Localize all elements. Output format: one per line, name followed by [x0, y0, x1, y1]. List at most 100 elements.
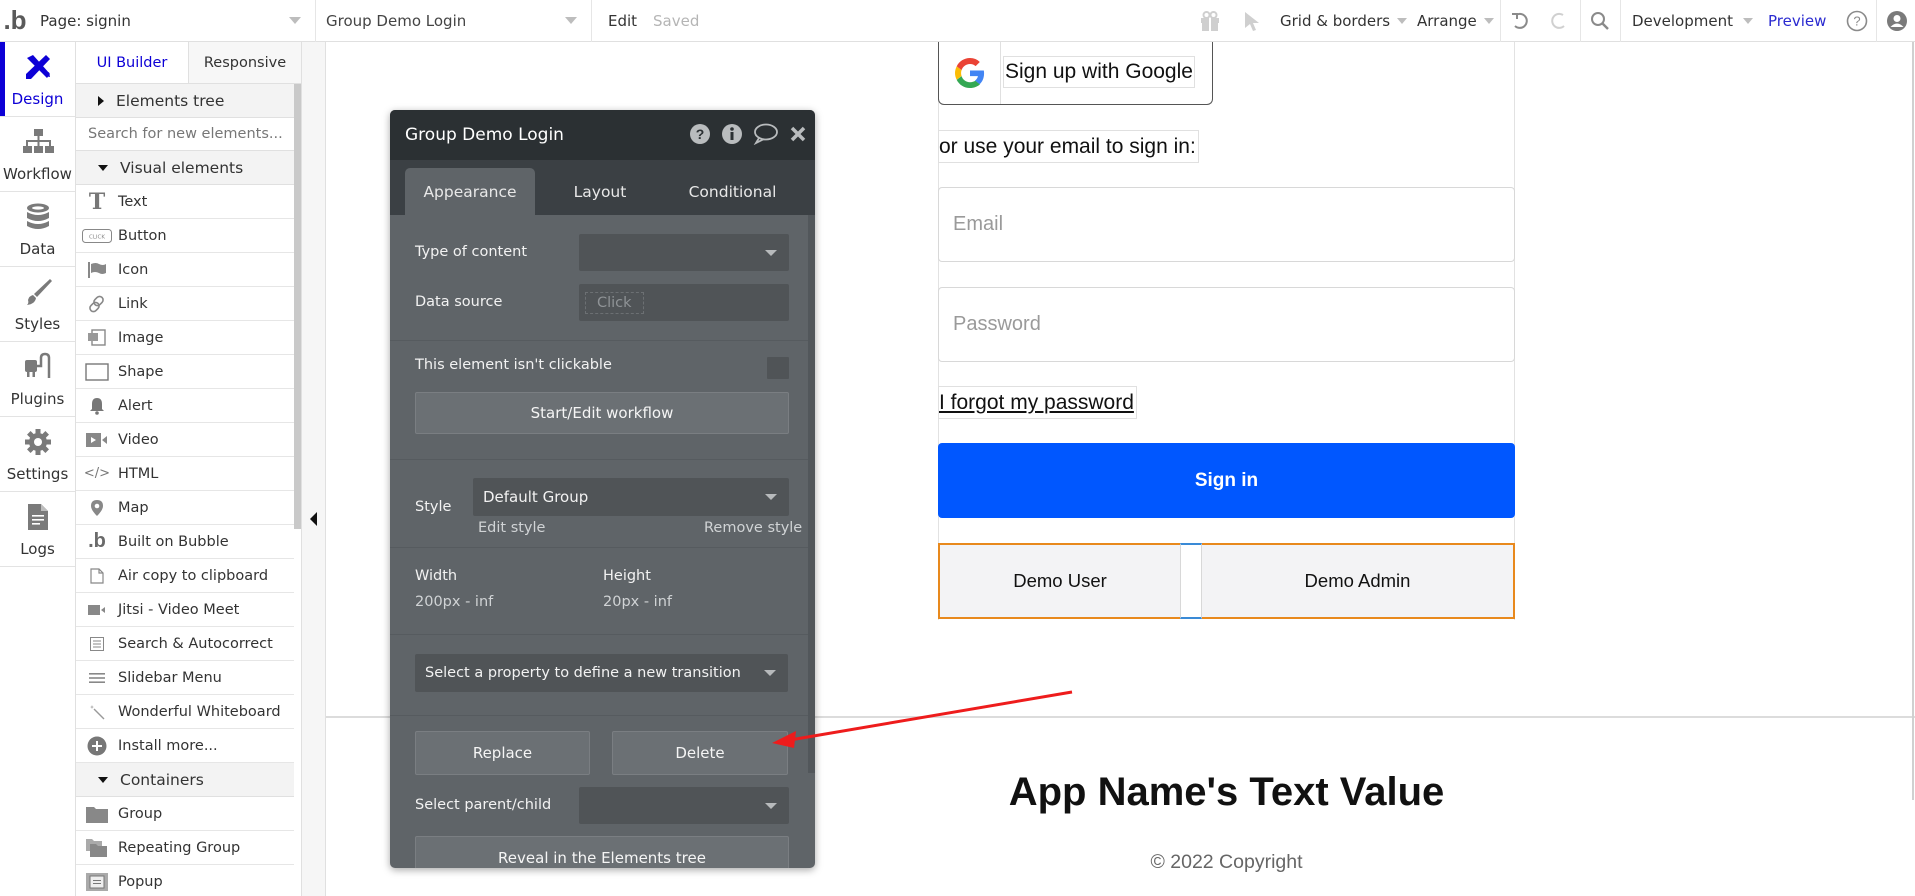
item-label: Icon [118, 261, 149, 278]
element-selector[interactable]: Group Demo Login [316, 0, 592, 42]
palette-item-popup[interactable]: Popup [76, 865, 294, 896]
data-source-field[interactable]: Click [579, 284, 789, 321]
palette-item-button[interactable]: CLICK Button [76, 219, 294, 253]
palette-item-html[interactable]: </> HTML [76, 457, 294, 491]
nav-label: Styles [14, 315, 61, 333]
reveal-in-tree-button[interactable]: Reveal in the Elements tree [415, 836, 789, 868]
palette-item-slidebar-menu[interactable]: Slidebar Menu [76, 661, 294, 695]
redo-icon[interactable] [1547, 0, 1571, 42]
edit-menu[interactable]: Edit [608, 0, 637, 42]
section-label: Visual elements [120, 158, 244, 177]
google-signup-button[interactable]: Sign up with Google [938, 42, 1213, 105]
tab-ui-builder[interactable]: UI Builder [76, 42, 189, 83]
close-icon[interactable] [789, 125, 807, 148]
palette-item-group[interactable]: Group [76, 797, 294, 831]
elements-tree-toggle[interactable]: Elements tree [76, 84, 294, 118]
property-scrollbar[interactable] [808, 215, 815, 773]
type-of-content-dropdown[interactable] [579, 234, 789, 271]
nav-logs[interactable]: Logs [0, 492, 75, 567]
comment-icon[interactable] [753, 123, 779, 150]
property-editor-header[interactable]: Group Demo Login ? [390, 110, 815, 160]
item-label: Link [118, 295, 148, 312]
preview-link[interactable]: Preview [1768, 0, 1826, 42]
palette-item-icon[interactable]: Icon [76, 253, 294, 287]
google-icon [939, 42, 1001, 104]
nav-label: Settings [6, 465, 69, 483]
visual-elements-section[interactable]: Visual elements [76, 151, 294, 185]
environment-label: Development [1632, 12, 1733, 30]
height-value[interactable]: 20px - inf [603, 594, 672, 610]
signin-button[interactable]: Sign in [938, 443, 1515, 518]
replace-button[interactable]: Replace [415, 731, 590, 775]
tab-layout[interactable]: Layout [540, 168, 660, 215]
folder-icon [76, 805, 118, 823]
palette-scrollbar[interactable] [294, 84, 301, 529]
section-divider [390, 459, 808, 460]
bubble-logo-icon[interactable]: .b [0, 0, 30, 42]
palette-item-image[interactable]: Image [76, 321, 294, 355]
list-icon [76, 636, 118, 651]
tab-appearance[interactable]: Appearance [405, 168, 535, 215]
nav-settings[interactable]: Settings [0, 417, 75, 492]
help-icon[interactable]: ? [1844, 0, 1870, 42]
item-label: HTML [118, 465, 159, 482]
nav-data[interactable]: Data [0, 192, 75, 267]
palette-item-alert[interactable]: Alert [76, 389, 294, 423]
palette-item-repeating-group[interactable]: Repeating Group [76, 831, 294, 865]
delete-button[interactable]: Delete [612, 731, 788, 775]
password-input[interactable] [939, 288, 1514, 361]
tab-responsive[interactable]: Responsive [189, 42, 301, 83]
palette-item-map[interactable]: Map [76, 491, 294, 525]
palette-item-air-copy[interactable]: Air copy to clipboard [76, 559, 294, 593]
palette-item-wonderful-whiteboard[interactable]: Wonderful Whiteboard [76, 695, 294, 729]
nav-plugins[interactable]: Plugins [0, 342, 75, 417]
nav-design[interactable]: Design [0, 42, 75, 117]
edit-style-link[interactable]: Edit style [478, 520, 545, 536]
svg-text:CLICK: CLICK [89, 234, 105, 240]
email-input[interactable] [939, 188, 1514, 261]
palette-item-shape[interactable]: Shape [76, 355, 294, 389]
palette-tabs: UI Builder Responsive [76, 42, 301, 84]
gift-icon[interactable] [1196, 0, 1224, 42]
palette-item-search-autocorrect[interactable]: Search & Autocorrect [76, 627, 294, 661]
cursor-icon[interactable] [1240, 0, 1264, 42]
element-search-input[interactable] [88, 126, 294, 142]
palette-item-text[interactable]: T Text [76, 185, 294, 219]
page-selector[interactable]: Page: signin [30, 0, 316, 42]
width-value[interactable]: 200px - inf [415, 594, 493, 610]
map-pin-icon [76, 499, 118, 517]
email-field-wrapper [938, 187, 1515, 262]
style-dropdown[interactable]: Default Group [473, 478, 789, 516]
demo-admin-button[interactable]: Demo Admin [1202, 545, 1513, 617]
search-icon[interactable] [1587, 0, 1613, 42]
nav-styles[interactable]: Styles [0, 267, 75, 342]
palette-item-install-more[interactable]: Install more... [76, 729, 294, 763]
demo-user-button[interactable]: Demo User [940, 545, 1180, 617]
start-edit-workflow-button[interactable]: Start/Edit workflow [415, 392, 789, 434]
palette-item-link[interactable]: Link [76, 287, 294, 321]
undo-icon[interactable] [1508, 0, 1532, 42]
palette-item-video[interactable]: Video [76, 423, 294, 457]
item-label: Built on Bubble [118, 533, 229, 550]
forgot-password-link[interactable]: I forgot my password [938, 386, 1137, 419]
user-account-icon[interactable] [1884, 0, 1910, 42]
nav-workflow[interactable]: Workflow [0, 117, 75, 192]
not-clickable-checkbox[interactable] [767, 357, 789, 379]
parent-child-dropdown[interactable] [579, 787, 789, 824]
palette-item-built-on-bubble[interactable]: .b Built on Bubble [76, 525, 294, 559]
transition-dropdown[interactable]: Select a property to define a new transi… [415, 654, 788, 692]
environment-selector[interactable]: Development [1632, 0, 1753, 42]
tab-conditional[interactable]: Conditional [665, 168, 800, 215]
info-icon[interactable] [721, 123, 743, 150]
containers-section[interactable]: Containers [76, 763, 294, 797]
arrange-menu[interactable]: Arrange [1417, 0, 1494, 42]
document-icon [21, 502, 55, 532]
group-demo-login[interactable]: Demo User Demo Admin [938, 543, 1515, 619]
help-icon[interactable]: ? [689, 123, 711, 150]
grid-borders-menu[interactable]: Grid & borders [1280, 0, 1408, 42]
remove-style-link[interactable]: Remove style [704, 520, 802, 536]
section-divider [390, 715, 808, 716]
element-search [76, 118, 294, 151]
palette-item-jitsi[interactable]: Jitsi - Video Meet [76, 593, 294, 627]
palette-collapse-handle[interactable] [302, 42, 326, 896]
